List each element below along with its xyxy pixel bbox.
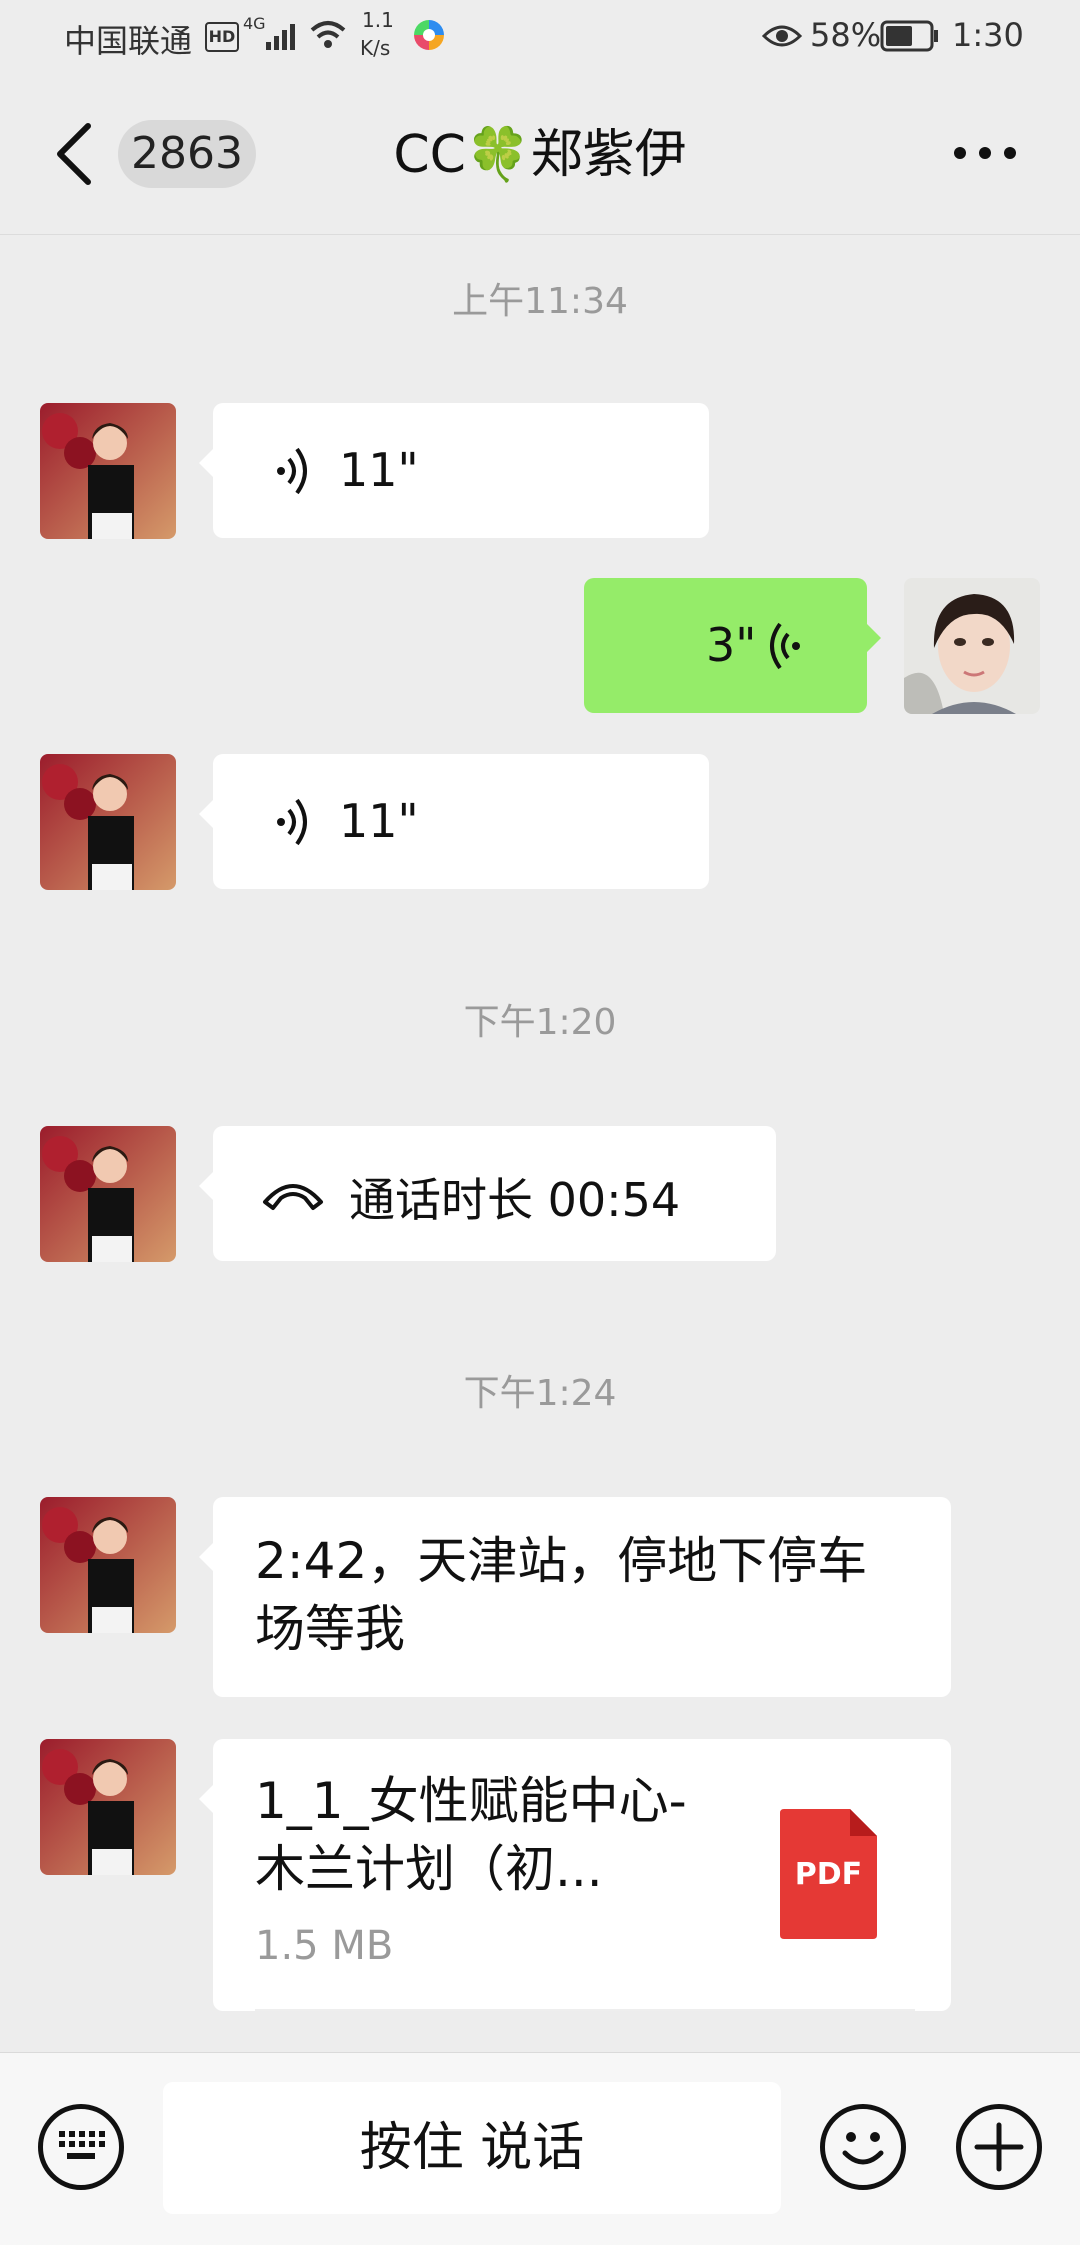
app-notification-icon [414, 20, 444, 50]
pdf-label: PDF [794, 1857, 863, 1892]
battery-icon [880, 20, 938, 52]
signal-icon [266, 24, 295, 50]
back-chevron-icon[interactable] [50, 120, 96, 188]
voice-message-bubble-outgoing[interactable]: 3" [584, 578, 881, 713]
more-icon[interactable] [950, 140, 1020, 166]
speed-unit: K/s [360, 36, 391, 60]
voice-duration: 11" [339, 794, 419, 848]
clock: 1:30 [952, 16, 1024, 54]
hold-to-talk-button[interactable]: 按住 说话 [163, 2082, 781, 2214]
message-line: 场等我 [255, 1600, 405, 1658]
chat-title: CC🍀郑紫伊 [393, 125, 687, 185]
text-message-bubble[interactable]: 2:42，天津站，停地下停车 场等我 [199, 1497, 951, 1697]
contact-photo [40, 1739, 176, 1875]
pdf-file-icon: PDF [780, 1809, 877, 1939]
timestamp: 下午1:20 [463, 1002, 617, 1043]
message-line: 2:42，天津站，停地下停车 [255, 1532, 868, 1590]
status-bar: 中国联通 HD 4G 1.1 K/s 58% 1:30 [0, 0, 1080, 76]
avatar-self[interactable] [904, 578, 1040, 714]
unread-count-badge[interactable]: 2863 [118, 120, 256, 188]
battery-percent: 58% [810, 16, 882, 54]
contact-photo [40, 754, 176, 890]
file-name-line: 1_1_女性赋能中心- [255, 1772, 687, 1830]
voice-message-bubble[interactable]: 11" [199, 754, 709, 889]
hd-badge: HD [205, 22, 239, 52]
phone-hangup-icon [263, 1184, 323, 1210]
carrier-label: 中国联通 [64, 22, 193, 60]
contact-photo [40, 1126, 176, 1262]
voice-duration: 3" [706, 618, 757, 672]
avatar-contact[interactable] [40, 754, 176, 890]
avatar-contact[interactable] [40, 403, 176, 539]
keyboard-toggle-button[interactable] [38, 2104, 124, 2190]
eye-icon [762, 25, 802, 47]
emoji-icon [842, 2132, 884, 2165]
speed-value: 1.1 [362, 8, 394, 32]
avatar-contact[interactable] [40, 1497, 176, 1633]
voice-duration: 11" [339, 443, 419, 497]
emoji-button[interactable] [820, 2104, 906, 2190]
call-record-bubble[interactable]: 通话时长 00:54 [199, 1126, 776, 1261]
voice-wave-icon [277, 798, 307, 846]
voice-wave-icon [770, 622, 800, 670]
file-message-bubble[interactable]: 1_1_女性赋能中心- 木兰计划（初... 1.5 MB PDF [199, 1739, 951, 2011]
divider [255, 2009, 915, 2011]
plus-icon [974, 2122, 1024, 2172]
call-duration-text: 通话时长 00:54 [349, 1173, 681, 1227]
voice-wave-icon [277, 447, 307, 495]
contact-photo [40, 403, 176, 539]
timestamp: 上午11:34 [452, 281, 628, 322]
contact-photo [40, 1497, 176, 1633]
timestamp: 下午1:24 [463, 1373, 617, 1414]
self-photo [904, 578, 1040, 714]
voice-message-bubble[interactable]: 11" [199, 403, 709, 538]
file-name-line: 木兰计划（初... [255, 1840, 603, 1898]
keyboard-icon [59, 2131, 105, 2159]
file-size: 1.5 MB [255, 1923, 394, 1969]
avatar-contact[interactable] [40, 1126, 176, 1262]
more-actions-button[interactable] [956, 2104, 1042, 2190]
wifi-icon [310, 21, 346, 48]
avatar-contact[interactable] [40, 1739, 176, 1875]
